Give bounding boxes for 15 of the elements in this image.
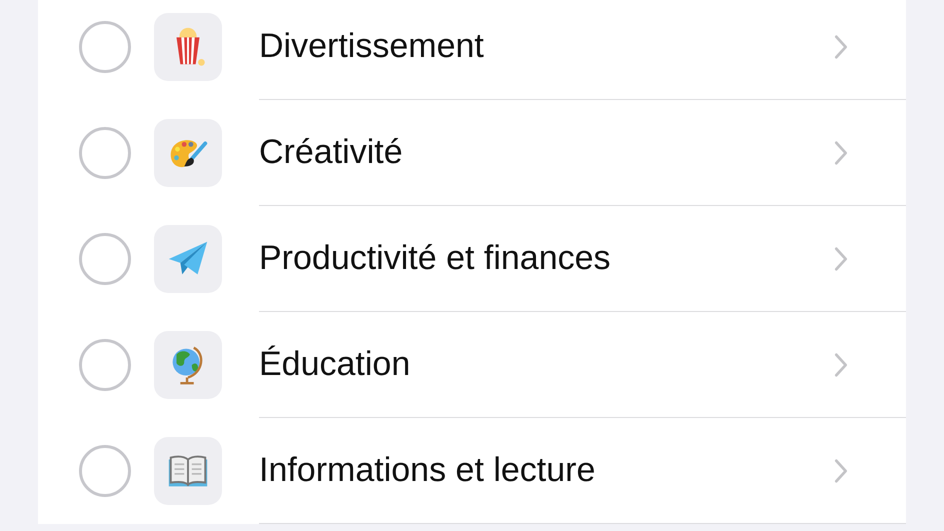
category-label: Informations et lecture (259, 451, 596, 490)
radio-button[interactable] (79, 339, 131, 391)
radio-button[interactable] (79, 21, 131, 73)
category-label: Divertissement (259, 27, 485, 66)
radio-button[interactable] (79, 233, 131, 285)
category-label: Créativité (259, 133, 404, 172)
chevron-icon[interactable] (833, 34, 849, 60)
category-label: Éducation (259, 345, 412, 384)
chevron-icon[interactable] (833, 352, 849, 378)
category-label: Productivité et finances (259, 239, 612, 278)
radio-button[interactable] (79, 127, 131, 179)
chevron-icon[interactable] (833, 140, 849, 166)
radio-button[interactable] (79, 445, 131, 497)
chevron-icon[interactable] (833, 246, 849, 272)
chevron-icon[interactable] (833, 458, 849, 484)
